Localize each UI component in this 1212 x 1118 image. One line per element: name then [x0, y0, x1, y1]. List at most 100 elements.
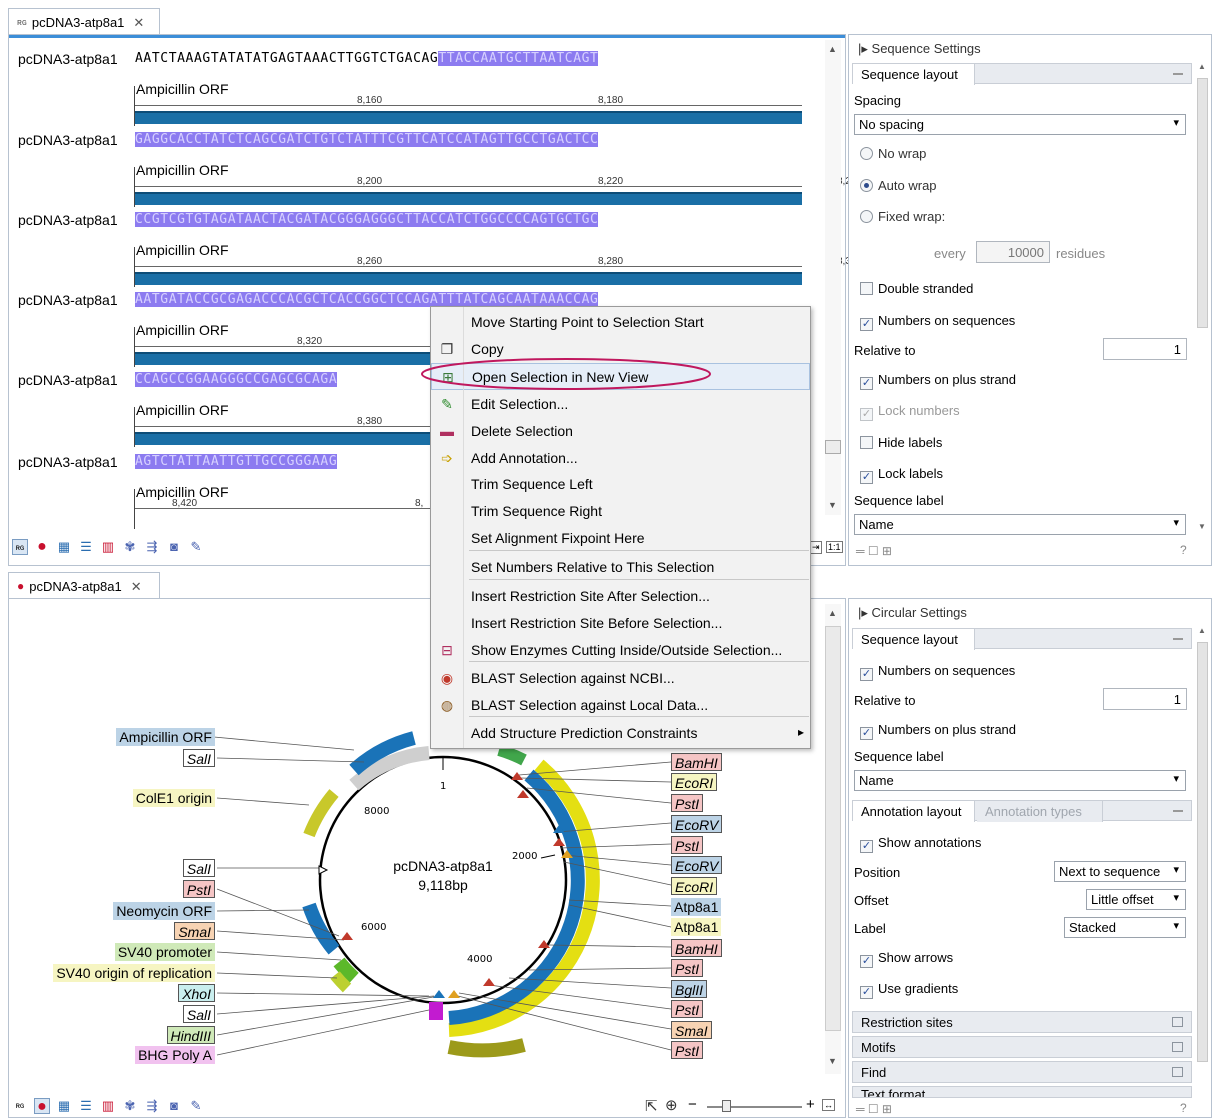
table-icon[interactable]: ▦	[56, 1098, 72, 1114]
sequence-selection[interactable]: GAGGCACCTATCTCAGCGATCTGTCTATTTCGTTCATCCA…	[135, 132, 599, 147]
relative-to-input[interactable]: 1	[1103, 688, 1187, 710]
map-annotation-label[interactable]: BglII	[671, 980, 708, 998]
tab-sequence-layout[interactable]: Sequence layout	[853, 629, 975, 650]
tab-annotation-types[interactable]: Annotation types	[977, 801, 1103, 822]
restriction-icon[interactable]: ⇶	[144, 1098, 160, 1114]
fit-width-icon[interactable]: ⇥	[810, 541, 822, 554]
tab-sequence-layout[interactable]: Sequence layout	[853, 64, 975, 85]
zoom-slider-thumb[interactable]	[722, 1100, 731, 1112]
structure-icon[interactable]: ✾	[122, 539, 138, 555]
settings-scrollbar[interactable]: ▲ ▼	[1196, 62, 1209, 532]
circular-settings-header[interactable]: |▸ Circular Settings	[858, 605, 967, 621]
map-annotation-label[interactable]: BHG Poly A	[135, 1046, 215, 1064]
sequence-selection[interactable]: CCGTCGTGTAGATAACTACGATACGGGAGGGCTTACCATC…	[135, 212, 599, 227]
map-annotation-label[interactable]: SV40 origin of replication	[53, 964, 215, 982]
zoom-out-button[interactable]: −	[688, 1096, 697, 1113]
section-find[interactable]: Find	[852, 1061, 1192, 1083]
wrap-every-input[interactable]: 10000	[976, 241, 1050, 263]
sequence-selection[interactable]: CCAGCCGGAAGGGCCGAGCGCAGA	[135, 372, 338, 387]
zoom-icon[interactable]: ⊕	[665, 1096, 678, 1114]
map-annotation-label[interactable]: SmaI	[671, 1021, 712, 1039]
lock-labels-checkbox[interactable]: ✓ Lock labels	[860, 466, 943, 484]
menu-item[interactable]: Trim Sequence Right	[431, 498, 810, 525]
fixed-wrap-option[interactable]: Fixed wrap:	[860, 209, 945, 224]
ampicillin-orf-bar[interactable]	[135, 272, 802, 285]
circular-view-icon[interactable]: ●	[34, 1098, 50, 1115]
text-view-icon[interactable]: ☰	[78, 1098, 94, 1114]
numbers-plus-strand-checkbox[interactable]: ✓ Numbers on plus strand	[860, 372, 1016, 390]
show-arrows-checkbox[interactable]: ✓ Show arrows	[860, 950, 953, 968]
sequence-scrollbar[interactable]: ▲ ▼	[825, 40, 841, 515]
spacing-select[interactable]: No spacing ▾	[854, 114, 1186, 135]
sequence-label-select[interactable]: Name ▾	[854, 770, 1186, 791]
sequence-plain[interactable]: AATCTAAAGTATATATGAGTAAACTTGGTCTGACAG	[135, 51, 438, 66]
menu-item[interactable]: Insert Restriction Site Before Selection…	[431, 610, 810, 637]
map-annotation-label[interactable]: Neomycin ORF	[113, 902, 215, 920]
map-annotation-label[interactable]: PstI	[182, 880, 215, 898]
minimize-icon[interactable]	[1173, 638, 1183, 640]
hide-labels-checkbox[interactable]: Hide labels	[860, 435, 942, 450]
pointer-icon[interactable]: ⇱	[645, 1097, 658, 1115]
lock-numbers-checkbox[interactable]: ✓ Lock numbers	[860, 403, 960, 421]
menu-item[interactable]: ◍ BLAST Selection against Local Data...	[431, 692, 810, 719]
label-select[interactable]: Stacked ▾	[1064, 917, 1186, 938]
annotation-table-icon[interactable]: ▥	[100, 539, 116, 555]
annotation-label[interactable]: Ampicillin ORF	[136, 402, 229, 418]
info-icon[interactable]: ◙	[166, 539, 182, 555]
scroll-thumb[interactable]	[825, 626, 841, 1031]
sequence-residues[interactable]: CCGTCGTGTAGATAACTACGATACGGGAGGGCTTACCATC…	[135, 212, 802, 227]
sequence-settings-header[interactable]: |▸ Sequence Settings	[858, 41, 981, 57]
map-annotation-label[interactable]: Atp8a1	[671, 898, 722, 916]
scroll-down-icon[interactable]: ▼	[1198, 522, 1206, 531]
scroll-up-icon[interactable]: ▲	[1198, 62, 1206, 71]
map-annotation-label[interactable]: SmaI	[174, 922, 215, 940]
map-annotation-label[interactable]: BamHI	[671, 753, 722, 771]
map-annotation-label[interactable]: PstI	[671, 836, 704, 854]
map-annotation-label[interactable]: SV40 promoter	[114, 943, 215, 961]
map-annotation-label[interactable]: Atp8a1	[671, 918, 722, 936]
minimize-icon[interactable]	[1173, 810, 1183, 812]
sequence-selection[interactable]: AATGATACCGCGAGACCCACGCTCACCGGCTCCAGATTTA…	[135, 292, 599, 307]
annotation-label[interactable]: Ampicillin ORF	[136, 162, 229, 178]
tab-circular-view[interactable]: ● pcDNA3-atp8a1 ✕	[8, 572, 160, 598]
settings-scrollbar[interactable]: ▲	[1196, 626, 1209, 1096]
sequence-view-icon[interactable]: ʀɢ	[12, 539, 28, 555]
annotation-table-icon[interactable]: ▥	[100, 1098, 116, 1114]
collapse-panel-icon[interactable]: |▸	[858, 605, 868, 620]
minimize-icon[interactable]	[1173, 73, 1183, 75]
menu-item[interactable]: Move Starting Point to Selection Start	[431, 309, 810, 336]
map-annotation-label[interactable]: PstI	[671, 959, 704, 977]
tab-annotation-layout[interactable]: Annotation layout	[853, 801, 975, 822]
numbers-on-sequences-checkbox[interactable]: ✓ Numbers on sequences	[860, 313, 1015, 331]
tab-sequence-view[interactable]: ʀɢ pcDNA3-atp8a1 ✕	[8, 8, 160, 34]
use-gradients-checkbox[interactable]: ✓ Use gradients	[860, 981, 958, 999]
settings-footer-icons[interactable]: ═ ☐ ⊞	[856, 544, 892, 558]
map-annotation-label[interactable]: EcoRV	[671, 815, 723, 833]
map-annotation-label[interactable]: SalI	[182, 859, 215, 877]
sequence-residues[interactable]: AGTCTATTAATTGTTGCCGGGAAG	[135, 454, 431, 469]
show-annotations-checkbox[interactable]: ✓ Show annotations	[860, 835, 981, 853]
menu-item[interactable]: ⊟ Show Enzymes Cutting Inside/Outside Sel…	[431, 637, 810, 664]
auto-wrap-option[interactable]: Auto wrap	[860, 178, 937, 193]
help-icon[interactable]: ?	[1180, 1101, 1187, 1115]
sequence-residues[interactable]: GAGGCACCTATCTCAGCGATCTGTCTATTTCGTTCATCCA…	[135, 132, 802, 147]
settings-footer-icons[interactable]: ═ ☐ ⊞	[856, 1102, 892, 1116]
section-text-format[interactable]: Text format	[852, 1086, 1192, 1098]
scroll-up-icon[interactable]: ▲	[828, 608, 837, 618]
scroll-thumb[interactable]	[1197, 642, 1208, 1062]
circular-view-icon[interactable]: ●	[34, 539, 50, 555]
no-wrap-option[interactable]: No wrap	[860, 146, 926, 161]
annotation-label[interactable]: Ampicillin ORF	[136, 81, 229, 97]
scroll-up-icon[interactable]: ▲	[828, 44, 837, 54]
map-annotation-label[interactable]: BamHI	[671, 939, 722, 957]
section-motifs[interactable]: Motifs	[852, 1036, 1192, 1058]
sequence-residues[interactable]: AATGATACCGCGAGACCCACGCTCACCGGCTCCAGATTTA…	[135, 292, 802, 307]
sequence-label-select[interactable]: Name ▾	[854, 514, 1186, 535]
text-view-icon[interactable]: ☰	[78, 539, 94, 555]
double-stranded-checkbox[interactable]: Double stranded	[860, 281, 973, 296]
map-annotation-label[interactable]: EcoRI	[671, 773, 718, 791]
map-annotation-label[interactable]: SalI	[182, 749, 215, 767]
sequence-selection[interactable]: AGTCTATTAATTGTTGCCGGGAAG	[135, 454, 338, 469]
menu-item[interactable]: Set Numbers Relative to This Selection	[431, 554, 810, 581]
scroll-thumb[interactable]	[825, 440, 841, 454]
